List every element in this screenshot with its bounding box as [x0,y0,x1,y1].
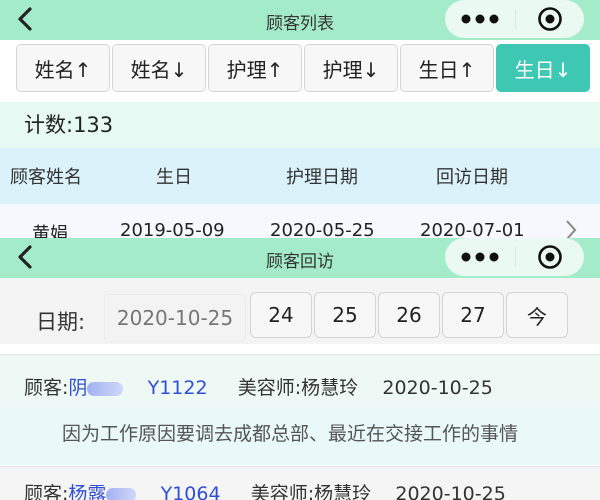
beautician-name: 杨慧玲 [314,483,372,500]
close-target-icon[interactable] [516,6,584,32]
redacted-name-mark [106,487,137,500]
record-summary-line: 顾客:阴 Y1122 美容师:杨慧玲 2020-10-25 [24,373,493,400]
record-note: 因为工作原因要调去成都总部、最近在交接工作的事情 [62,423,519,445]
customer-label: 顾客: [24,377,69,399]
record-summary-line: 顾客:杨露 Y1064 美容师:杨慧玲 2020-10-25 [24,479,506,500]
record-date: 2020-10-25 [382,377,493,399]
record-date: 2020-10-25 [395,483,506,500]
cell-care-date: 2020-05-25 [270,220,375,238]
day-button-27[interactable]: 27 [442,292,504,338]
customer-id[interactable]: Y1064 [161,483,221,500]
cell-birthday: 2019-05-09 [120,220,225,238]
visit-record-card[interactable]: 顾客:杨露 Y1064 美容师:杨慧玲 2020-10-25 [0,466,600,500]
column-header-visit-date: 回访日期 [436,167,508,188]
sort-button-bar: 姓名↑ 姓名↓ 护理↑ 护理↓ 生日↑ 生日↓ [16,44,590,92]
count-label: 计数:133 [0,102,600,148]
sort-name-asc-button[interactable]: 姓名↑ [16,44,110,92]
beautician-label: 美容师: [250,483,315,500]
chevron-right-icon [564,218,578,238]
beautician-name: 杨慧玲 [301,377,359,399]
customer-label: 顾客: [24,483,69,500]
navbar-customer-list: 顾客列表 [0,0,600,40]
redacted-name-mark [87,381,124,396]
navbar-customer-visit: 顾客回访 [0,238,600,278]
column-header-name: 顾客姓名 [10,167,82,188]
table-row[interactable]: 黄娟 2019-05-09 2020-05-25 2020-07-01 [0,204,600,238]
day-button-26[interactable]: 26 [378,292,440,338]
customer-id[interactable]: Y1122 [148,377,208,399]
close-target-icon[interactable] [516,244,584,270]
beautician-label: 美容师: [237,377,302,399]
column-header-care-date: 护理日期 [286,167,358,188]
sort-name-desc-button[interactable]: 姓名↓ [112,44,206,92]
miniprogram-capsule [445,0,584,38]
miniprogram-capsule [445,238,584,276]
table-header: 顾客姓名 生日 护理日期 回访日期 [0,148,600,204]
sort-birthday-desc-button[interactable]: 生日↓ [496,44,590,92]
more-dots-icon[interactable] [445,252,515,262]
day-button-24[interactable]: 24 [250,292,312,338]
sort-care-desc-button[interactable]: 护理↓ [304,44,398,92]
date-picker-field[interactable]: 2020-10-25 [104,294,246,342]
today-button[interactable]: 今 [506,292,568,338]
date-filter-bar: 日期: 2020-10-25 24 25 26 27 今 [0,278,600,344]
more-dots-icon[interactable] [445,14,515,24]
cell-name: 黄娟 [32,224,68,238]
sort-birthday-asc-button[interactable]: 生日↑ [400,44,494,92]
customer-name[interactable]: 杨露 [68,483,106,500]
day-button-25[interactable]: 25 [314,292,376,338]
visit-record-card[interactable]: 顾客:阴 Y1122 美容师:杨慧玲 2020-10-25 因为工作原因要调去成… [0,354,600,465]
customer-name[interactable]: 阴 [68,377,87,399]
column-header-birthday: 生日 [156,167,192,188]
date-label: 日期: [36,310,86,334]
cell-visit-date: 2020-07-01 [420,220,525,238]
sort-care-asc-button[interactable]: 护理↑ [208,44,302,92]
